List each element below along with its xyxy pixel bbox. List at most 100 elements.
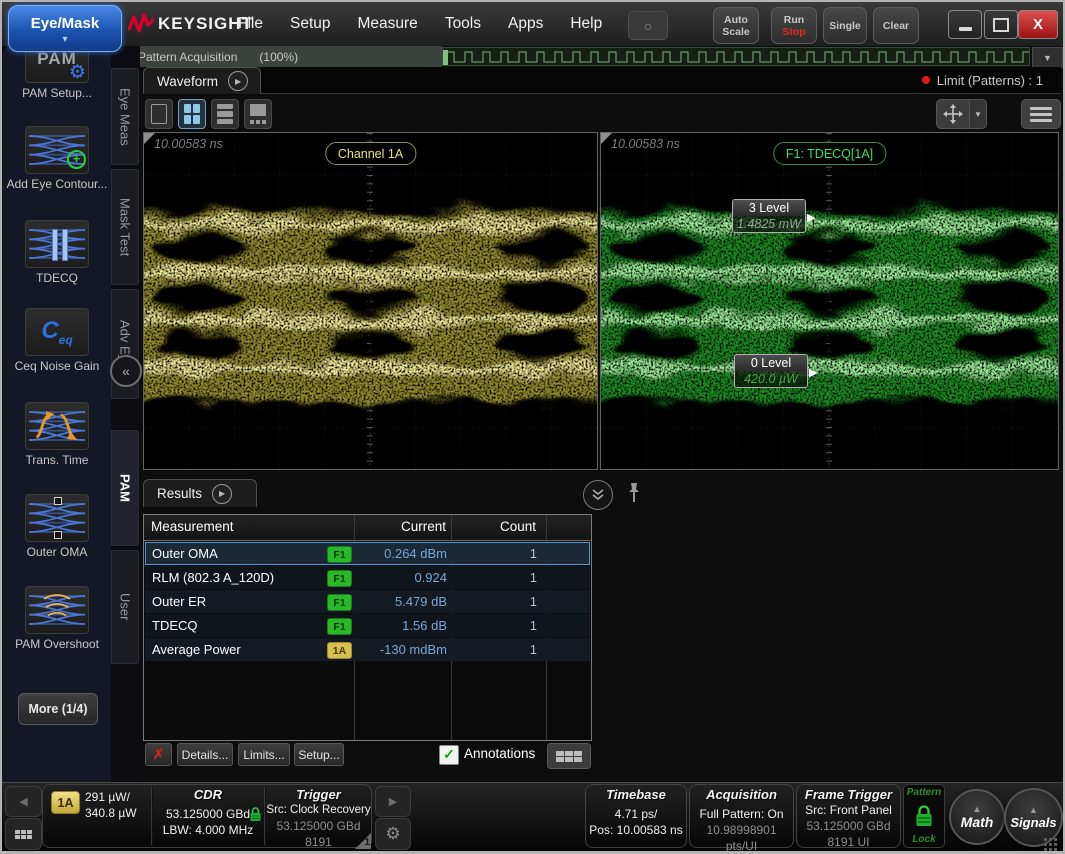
scroll-left-button[interactable]: ◀ (5, 786, 42, 817)
pattern-lock-indicator[interactable]: Pattern Lock (903, 784, 945, 848)
results-tab[interactable]: Results ▶ (143, 479, 257, 507)
tab-mask-test[interactable]: Mask Test (111, 169, 139, 285)
table-row-outer-oma[interactable]: Outer OMA F1 0.264 dBm 1 (145, 542, 590, 565)
menu-tools[interactable]: Tools (445, 15, 481, 33)
eye-diagram-tdecq (601, 133, 1058, 469)
layout-buttons (145, 99, 272, 129)
tab-eye-meas[interactable]: Eye Meas (111, 68, 139, 165)
table-layout-button[interactable] (547, 743, 591, 769)
play-icon[interactable]: ▶ (228, 71, 248, 91)
table-row-average-power[interactable]: Average Power 1A -130 mdBm 1 (145, 638, 590, 661)
tab-pam[interactable]: PAM (111, 430, 139, 546)
source-badge-f1-tdecq[interactable]: F1: TDECQ[1A] (773, 142, 886, 165)
results-table: Measurement Current Count Outer OMA F1 0… (143, 514, 592, 741)
results-collapse-button[interactable] (583, 480, 613, 510)
eye-diagram-channel-1a (144, 133, 597, 469)
auto-scale-button[interactable]: Auto Scale (713, 7, 759, 44)
dropdown-icon: ▼ (974, 110, 982, 119)
sidebar-collapse-button[interactable]: « (110, 355, 142, 387)
layout-rows-button[interactable] (211, 99, 239, 129)
details-button[interactable]: Details... (177, 743, 233, 766)
waveform-tab[interactable]: Waveform ▶ (143, 67, 261, 94)
cdr-section[interactable]: CDR 53.125000 GBd LBW: 4.000 MHz (152, 785, 264, 838)
close-button[interactable]: X (1018, 10, 1058, 39)
table-row-tdecq[interactable]: TDECQ F1 1.56 dB 1 (145, 614, 590, 637)
delete-measurement-button[interactable]: ✗ (145, 743, 172, 766)
pan-zoom-button[interactable] (936, 99, 970, 129)
source-badge-f1: F1 (327, 594, 352, 611)
trans-time-icon (25, 402, 89, 450)
x-icon: ✗ (153, 746, 165, 763)
menu-file[interactable]: File (238, 15, 263, 33)
table-row-rlm[interactable]: RLM (802.3 A_120D) F1 0.924 1 (145, 566, 590, 589)
layout-quad-button[interactable] (178, 99, 206, 129)
resize-grip[interactable] (1044, 838, 1057, 851)
waveform-panel-channel-1a[interactable]: 10.00583 ns Channel 1A (143, 132, 598, 470)
trigger-section[interactable]: Trigger Src: Clock Recovery 53.125000 GB… (265, 785, 372, 850)
run-stop-button[interactable]: Run Stop (771, 7, 817, 44)
clear-button[interactable]: Clear (873, 7, 919, 44)
check-icon: ✓ (443, 746, 455, 762)
ceq-icon: Ceq (25, 308, 89, 356)
ceq-main: C (41, 317, 58, 344)
acquisition-panel[interactable]: Acquisition Full Pattern: On 10.98998901… (689, 784, 794, 848)
source-badge-channel-1a[interactable]: Channel 1A (325, 142, 416, 165)
more-pages-button[interactable]: More (1/4) (18, 693, 98, 725)
sidebar-item-trans-time[interactable]: Trans. Time (6, 402, 108, 468)
layout-single-button[interactable] (145, 99, 173, 129)
minimize-button[interactable] (948, 10, 982, 39)
settings-gear-button[interactable]: ⚙ (375, 818, 411, 850)
layout-mixed-button[interactable] (244, 99, 272, 129)
tdecq-icon (25, 220, 89, 268)
col-count: Count (456, 519, 536, 534)
maximize-button[interactable] (984, 10, 1018, 39)
collapse-icon: « (122, 363, 130, 379)
sidebar-item-add-eye-contour[interactable]: + Add Eye Contour... (6, 126, 108, 192)
minimize-icon (959, 27, 972, 31)
level-0-marker-icon: ▶ (809, 366, 817, 379)
acquisition-dropdown-button[interactable]: ▼ (1032, 47, 1063, 68)
waveform-tab-label: Waveform (157, 74, 218, 89)
waveform-panel-tdecq[interactable]: 10.00583 ns F1: TDECQ[1A] 3 Level 1.4825… (600, 132, 1059, 470)
pan-dropdown-button[interactable]: ▼ (969, 99, 987, 129)
gear-icon: ⚙ (385, 824, 400, 844)
sidebar-item-tdecq[interactable]: TDECQ (6, 220, 108, 286)
source-settings-panel[interactable]: 1A 291 µW/ 340.8 µW CDR 53.125000 GBd LB… (42, 784, 372, 848)
right-triangle-icon: ▶ (389, 795, 397, 808)
play-icon[interactable]: ▶ (212, 484, 232, 504)
table-row-outer-er[interactable]: Outer ER F1 5.479 dB 1 (145, 590, 590, 613)
level-0-annotation[interactable]: 0 Level 420.0 µW (734, 354, 808, 388)
screenshot-camera-button[interactable]: ○ (628, 11, 668, 40)
source-badge-f1: F1 (327, 546, 352, 563)
waveform-menu-button[interactable] (1021, 99, 1061, 129)
sidebar-item-outer-oma[interactable]: Outer OMA (6, 494, 108, 560)
menu-measure[interactable]: Measure (358, 15, 418, 33)
tdecq-bars-icon (52, 229, 68, 261)
timebase-panel[interactable]: Timebase 4.71 ps/ Pos: 10.00583 ns (585, 784, 687, 848)
col-measurement: Measurement (151, 519, 234, 534)
eye-mask-label: Eye/Mask (9, 15, 121, 32)
limits-button[interactable]: Limits... (238, 743, 290, 766)
tab-user[interactable]: User (111, 550, 139, 664)
lock-icon (249, 807, 262, 822)
pattern-lock-icon (914, 805, 934, 828)
scroll-right-button[interactable]: ▶ (375, 786, 411, 817)
channel-grid-button[interactable] (5, 818, 42, 850)
channel-power-readout: 291 µW/ 340.8 µW (85, 789, 137, 821)
setup-button[interactable]: Setup... (294, 743, 344, 766)
menu-apps[interactable]: Apps (508, 15, 543, 33)
pin-icon[interactable] (626, 482, 642, 504)
sidebar-item-pam-overshoot[interactable]: PAM Overshoot (6, 586, 108, 652)
clear-label: Clear (883, 20, 909, 32)
frame-trigger-panel[interactable]: Frame Trigger Src: Front Panel 53.125000… (796, 784, 901, 848)
math-button[interactable]: ▲ Math (949, 789, 1005, 845)
menu-setup[interactable]: Setup (290, 15, 331, 33)
annotations-label: Annotations (464, 746, 535, 761)
eye-mask-mode-button[interactable]: Eye/Mask ▾ (8, 5, 122, 52)
level-3-annotation[interactable]: 3 Level 1.4825 mW (732, 199, 806, 233)
menu-help[interactable]: Help (570, 15, 602, 33)
single-button[interactable]: Single (823, 7, 867, 44)
sidebar-item-ceq-noise-gain[interactable]: Ceq Ceq Noise Gain (6, 308, 108, 374)
annotations-checkbox[interactable]: ✓ (439, 745, 459, 765)
limit-dot-icon (922, 76, 930, 84)
